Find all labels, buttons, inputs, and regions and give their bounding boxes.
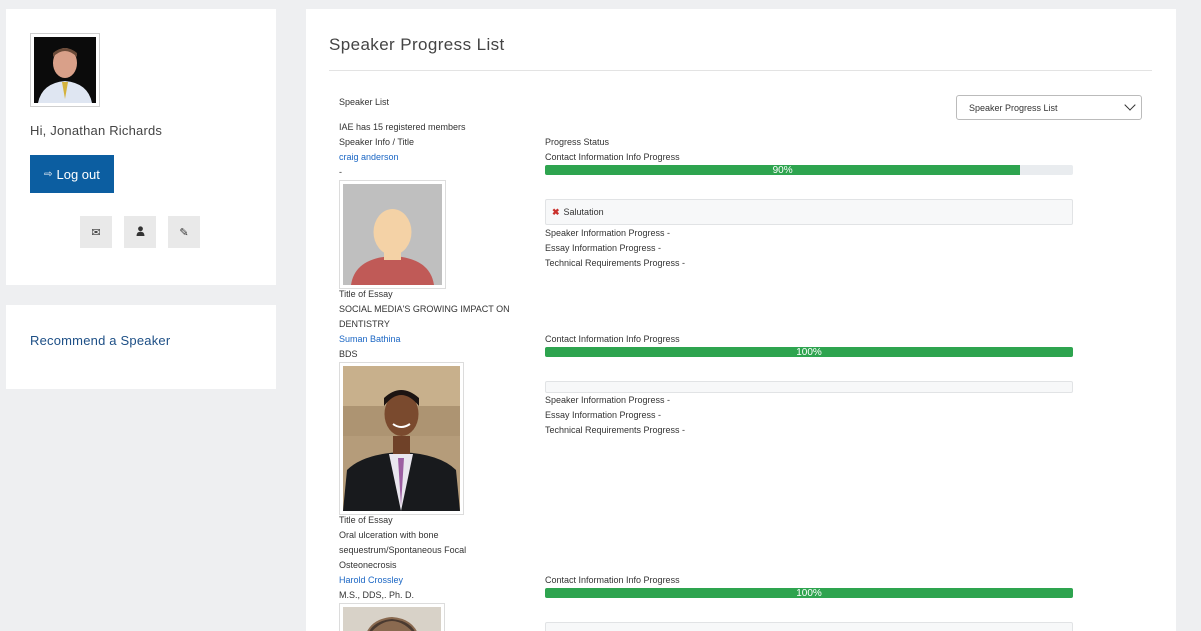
sign-out-icon: ⇨ — [44, 168, 53, 180]
contact-progress-bar: 100% — [545, 347, 1073, 357]
speaker-list-label: Speaker List — [339, 97, 390, 107]
speaker-photo — [339, 362, 464, 515]
essay-label: Title of Essay — [339, 289, 393, 299]
contact-progress-bar: 90% — [545, 165, 1073, 175]
speaker-name-link[interactable]: craig anderson — [339, 150, 399, 165]
view-select-value: Speaker Progress List — [969, 102, 1058, 113]
progress-fill: 90% — [545, 165, 1021, 175]
col-status-header: Progress Status — [545, 137, 610, 147]
essay-info-progress: Essay Information Progress - — [545, 410, 662, 420]
speaker-name-link[interactable]: Suman Bathina — [339, 332, 401, 347]
recommend-card: Recommend a Speaker — [6, 305, 276, 389]
user-icon — [136, 225, 145, 239]
tech-progress: Technical Requirements Progress - — [545, 258, 686, 268]
speaker-info-progress: Speaker Information Progress - — [545, 395, 671, 405]
page-title: Speaker Progress List — [329, 35, 505, 54]
greeting-text: Hi, Jonathan Richards — [30, 123, 163, 138]
title-divider — [329, 70, 1152, 71]
speaker-info-progress: Speaker Information Progress - — [545, 228, 671, 238]
missing-fields-box: ✖ Salutation — [545, 199, 1073, 225]
member-count-text: IAE has 15 registered members — [339, 122, 466, 132]
contact-progress-label: Contact Information Info Progress — [545, 334, 680, 344]
chevron-down-icon — [1124, 99, 1136, 111]
essay-info-progress: Essay Information Progress - — [545, 243, 662, 253]
contact-progress-label: Contact Information Info Progress — [545, 575, 680, 585]
profile-button[interactable] — [124, 216, 156, 248]
user-photo — [34, 37, 96, 103]
missing-fields-box — [545, 622, 1073, 631]
main-panel: Speaker Progress List Speaker Progress L… — [306, 9, 1176, 631]
missing-fields-box — [545, 381, 1073, 393]
essay-title-line: Oral ulceration with bone — [339, 530, 439, 540]
speaker-photo — [339, 180, 446, 289]
logout-button[interactable]: ⇨ Log out — [30, 155, 114, 193]
tech-progress: Technical Requirements Progress - — [545, 425, 686, 435]
user-avatar — [30, 33, 100, 107]
speaker-photo — [339, 603, 445, 631]
contact-progress-bar: 100% — [545, 588, 1073, 598]
profile-card: Hi, Jonathan Richards ⇨ Log out ✉ ✎ — [6, 9, 276, 285]
recommend-speaker-link[interactable]: Recommend a Speaker — [30, 333, 170, 348]
speaker-title: BDS — [339, 349, 358, 359]
avatar-placeholder-icon — [343, 184, 442, 285]
essay-title-line: SOCIAL MEDIA'S GROWING IMPACT ON — [339, 304, 510, 314]
essay-title-line: Osteonecrosis — [339, 560, 397, 570]
speaker-name-link[interactable]: Harold Crossley — [339, 573, 403, 588]
progress-fill: 100% — [545, 347, 1073, 357]
close-icon: ✖ — [552, 206, 560, 217]
messages-button[interactable]: ✉ — [80, 216, 112, 248]
contact-progress-label: Contact Information Info Progress — [545, 152, 680, 162]
edit-profile-button[interactable]: ✎ — [168, 216, 200, 248]
envelope-icon: ✉ — [91, 226, 101, 239]
view-select[interactable]: Speaker Progress List — [956, 95, 1142, 120]
essay-title-line: sequestrum/Spontaneous Focal — [339, 545, 467, 555]
progress-fill: 100% — [545, 588, 1073, 598]
speaker-title: - — [339, 167, 342, 177]
profile-actions: ✉ ✎ — [80, 216, 200, 248]
logout-label: Log out — [56, 166, 100, 182]
essay-label: Title of Essay — [339, 515, 393, 525]
essay-title-line: DENTISTRY — [339, 319, 390, 329]
speaker-title: M.S., DDS,. Ph. D. — [339, 590, 415, 600]
pencil-icon: ✎ — [179, 226, 189, 239]
col-info-header: Speaker Info / Title — [339, 137, 415, 147]
missing-field: Salutation — [563, 207, 604, 217]
